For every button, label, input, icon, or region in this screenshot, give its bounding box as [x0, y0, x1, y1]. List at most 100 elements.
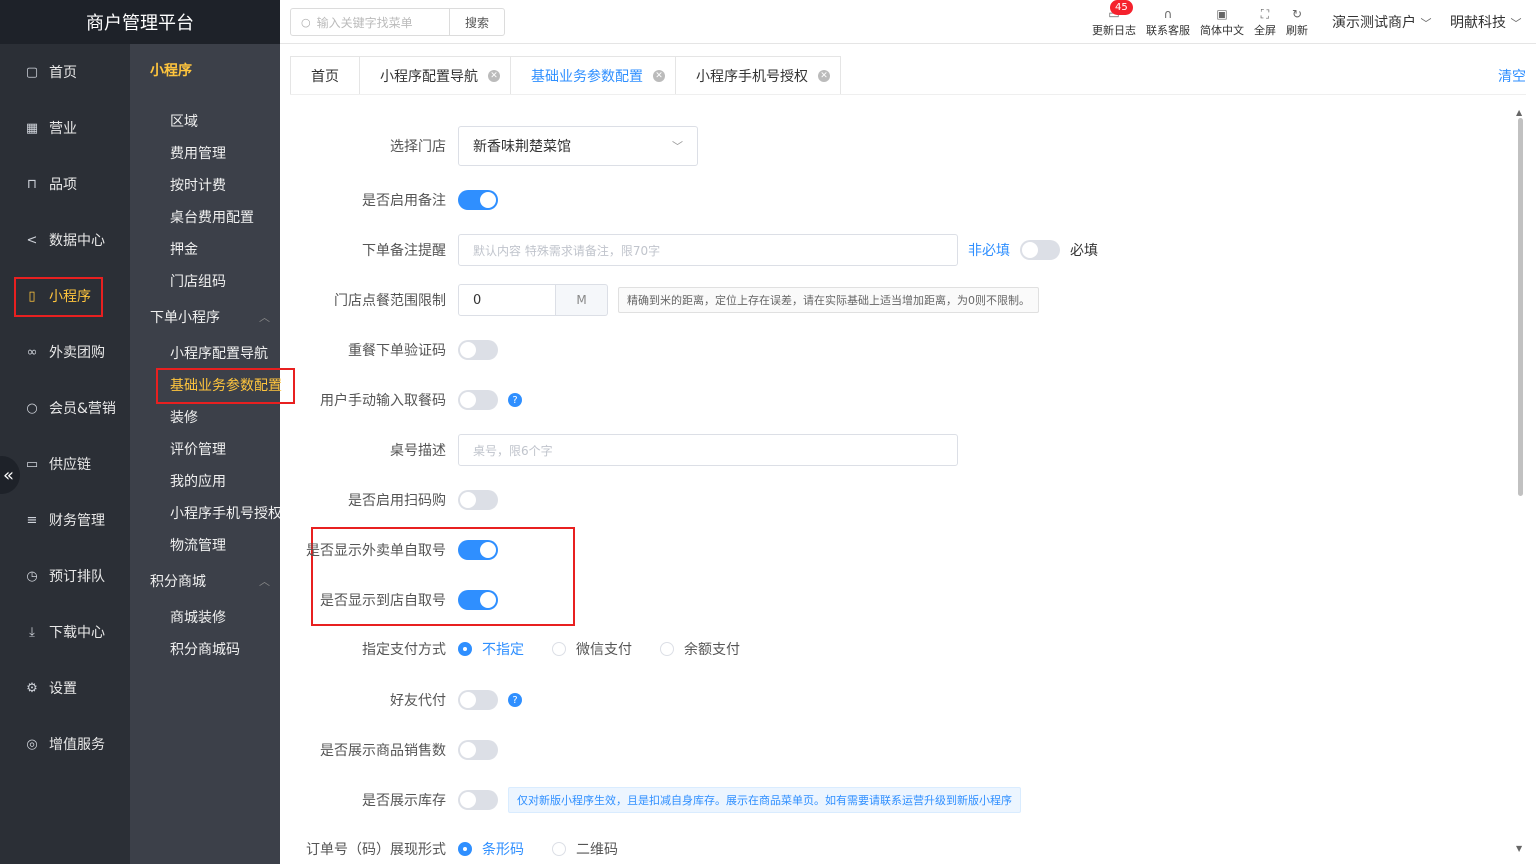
tool-label: 联系客服	[1146, 24, 1190, 37]
required-toggle[interactable]	[1020, 240, 1060, 260]
nav-item-products[interactable]: ⊓ 品项	[0, 156, 130, 212]
company-name: 明献科技	[1450, 15, 1506, 31]
nav-item-download[interactable]: ⤓ 下载中心	[0, 604, 130, 660]
close-icon[interactable]: ✕	[818, 69, 830, 82]
fullscreen-button[interactable]: ⛶ 全屏	[1254, 6, 1276, 38]
merchant-name: 演示测试商户	[1332, 15, 1416, 31]
scroll-up-arrow[interactable]: ▲	[1516, 108, 1522, 117]
submenu-item[interactable]: 评价管理	[170, 439, 226, 459]
payment-radio-balance[interactable]: 余额支付	[660, 639, 740, 659]
phone-icon: ▯	[28, 288, 36, 304]
show-sales-toggle[interactable]	[458, 740, 498, 760]
form-row-table-desc: 桌号描述 桌号，限6个字	[290, 430, 958, 470]
submenu-panel: 小程序 区域 费用管理 按时计费 桌台费用配置 押金 门店组码 下单小程序 ︿ 小…	[130, 44, 282, 864]
enable-remark-toggle[interactable]	[458, 190, 498, 210]
tab-phone-auth[interactable]: 小程序手机号授权 ✕	[675, 56, 841, 95]
radio-label: 余额支付	[684, 642, 740, 658]
search-placeholder: 输入关键字找菜单	[316, 15, 413, 30]
nav-item-supply[interactable]: ▭ 供应链	[0, 436, 130, 492]
tab-miniprogram-nav[interactable]: 小程序配置导航 ✕	[359, 56, 510, 95]
submenu-item[interactable]: 积分商城码	[170, 639, 240, 659]
nav-item-settings[interactable]: ⚙ 设置	[0, 660, 130, 716]
form-row-enable-remark: 是否启用备注	[290, 180, 498, 220]
submenu-item[interactable]: 押金	[170, 239, 198, 259]
payment-radio-none[interactable]: 不指定	[458, 639, 524, 659]
nav-item-home[interactable]: ▢ 首页	[0, 44, 130, 100]
nav-item-finance[interactable]: ≡ 财务管理	[0, 492, 130, 548]
tab-basic-params[interactable]: 基础业务参数配置 ✕	[510, 56, 675, 95]
company-dropdown[interactable]: 明献科技 ﹀	[1450, 12, 1521, 32]
user-icon: ○	[26, 400, 38, 416]
close-icon[interactable]: ✕	[488, 69, 500, 82]
show-stock-toggle[interactable]	[458, 790, 498, 810]
submenu-item[interactable]: 物流管理	[170, 535, 226, 555]
nav-label: 首页	[49, 65, 77, 81]
nav-label: 数据中心	[49, 233, 105, 249]
nav-item-miniprogram[interactable]: ▯ 小程序	[0, 268, 130, 324]
scroll-down-arrow[interactable]: ▼	[1516, 844, 1522, 853]
store-select[interactable]: 新香味荆楚菜馆 ﹀	[458, 126, 698, 166]
friend-pay-toggle[interactable]	[458, 690, 498, 710]
order-format-radio-barcode[interactable]: 条形码	[458, 839, 524, 859]
close-icon[interactable]: ✕	[653, 69, 665, 82]
submenu-item[interactable]: 商城装修	[170, 607, 226, 627]
submenu-item[interactable]: 小程序手机号授权	[170, 503, 280, 523]
form-label: 选择门店	[390, 139, 446, 155]
clear-tabs-link[interactable]: 清空	[1498, 66, 1526, 86]
help-icon[interactable]: ?	[508, 393, 522, 407]
help-icon[interactable]: ?	[508, 693, 522, 707]
refresh-icon: ↻	[1291, 7, 1303, 21]
submenu-item[interactable]: 费用管理	[170, 143, 226, 163]
nav-item-business[interactable]: ▦ 营业	[0, 100, 130, 156]
submenu-item[interactable]: 区域	[170, 111, 198, 131]
merchant-dropdown[interactable]: 演示测试商户 ﹀	[1332, 12, 1431, 32]
tab-divider	[290, 94, 1526, 95]
submenu-item[interactable]: 门店组码	[170, 271, 226, 291]
form-label: 是否启用扫码购	[348, 493, 446, 509]
submenu-item[interactable]: 桌台费用配置	[170, 207, 254, 227]
form-row-reorder-code: 重餐下单验证码	[290, 330, 498, 370]
scrollbar-thumb[interactable]	[1518, 118, 1523, 496]
scan-buy-toggle[interactable]	[458, 490, 498, 510]
language-icon: ▣	[1216, 7, 1228, 21]
menu-search-input[interactable]: ○ 输入关键字找菜单	[290, 8, 450, 36]
payment-radio-wechat[interactable]: 微信支付	[552, 639, 632, 659]
page-tabs: 首页 小程序配置导航 ✕ 基础业务参数配置 ✕ 小程序手机号授权 ✕	[290, 56, 841, 95]
form-row-manual-pickup: 用户手动输入取餐码 ?	[290, 380, 522, 420]
nav-item-reservation[interactable]: ◷ 预订排队	[0, 548, 130, 604]
submenu-item[interactable]: 我的应用	[170, 471, 226, 491]
nav-item-member[interactable]: ○ 会员&营销	[0, 380, 130, 436]
reorder-code-toggle[interactable]	[458, 340, 498, 360]
search-button[interactable]: 搜索	[449, 8, 505, 36]
contact-support-button[interactable]: ∩ 联系客服	[1146, 6, 1190, 38]
submenu-title: 小程序	[150, 63, 192, 79]
form-label: 重餐下单验证码	[348, 343, 446, 359]
nav-item-value-added[interactable]: ◎ 增值服务	[0, 716, 130, 772]
language-button[interactable]: ▣ 简体中文	[1200, 6, 1244, 38]
radio-label: 二维码	[576, 842, 618, 858]
submenu-item[interactable]: 按时计费	[170, 175, 226, 195]
gear-icon: ⚙	[26, 680, 38, 696]
range-limit-input[interactable]: 0	[458, 284, 556, 316]
submenu-group-order[interactable]: 下单小程序 ︿	[150, 307, 270, 327]
submenu-item[interactable]: 装修	[170, 407, 198, 427]
refresh-button[interactable]: ↻ 刷新	[1286, 6, 1308, 38]
nav-item-delivery[interactable]: ∞ 外卖团购	[0, 324, 130, 380]
nav-item-data-center[interactable]: < 数据中心	[0, 212, 130, 268]
manual-pickup-toggle[interactable]	[458, 390, 498, 410]
show-instore-pickup-toggle[interactable]	[458, 590, 498, 610]
nav-label: 财务管理	[49, 513, 105, 529]
changelog-button[interactable]: ▭ 45 更新日志	[1092, 0, 1136, 38]
submenu-item[interactable]: 小程序配置导航	[170, 343, 268, 363]
chevron-up-icon: ︿	[259, 575, 270, 588]
order-format-radio-qrcode[interactable]: 二维码	[552, 839, 618, 859]
bike-icon: ∞	[26, 344, 38, 360]
table-desc-input[interactable]: 桌号，限6个字	[458, 434, 958, 466]
remark-reminder-input[interactable]: 默认内容 特殊需求请备注，限70字	[458, 234, 958, 266]
submenu-group-mall[interactable]: 积分商城 ︿	[150, 571, 270, 591]
show-takeout-pickup-toggle[interactable]	[458, 540, 498, 560]
submenu-item-active[interactable]: 基础业务参数配置	[170, 375, 282, 395]
form-row-range-limit: 门店点餐范围限制 0 M 精确到米的距离，定位上存在误差，请在实际基础上适当增加…	[290, 280, 1039, 320]
nav-label: 营业	[49, 121, 77, 137]
tab-home[interactable]: 首页	[290, 56, 359, 95]
